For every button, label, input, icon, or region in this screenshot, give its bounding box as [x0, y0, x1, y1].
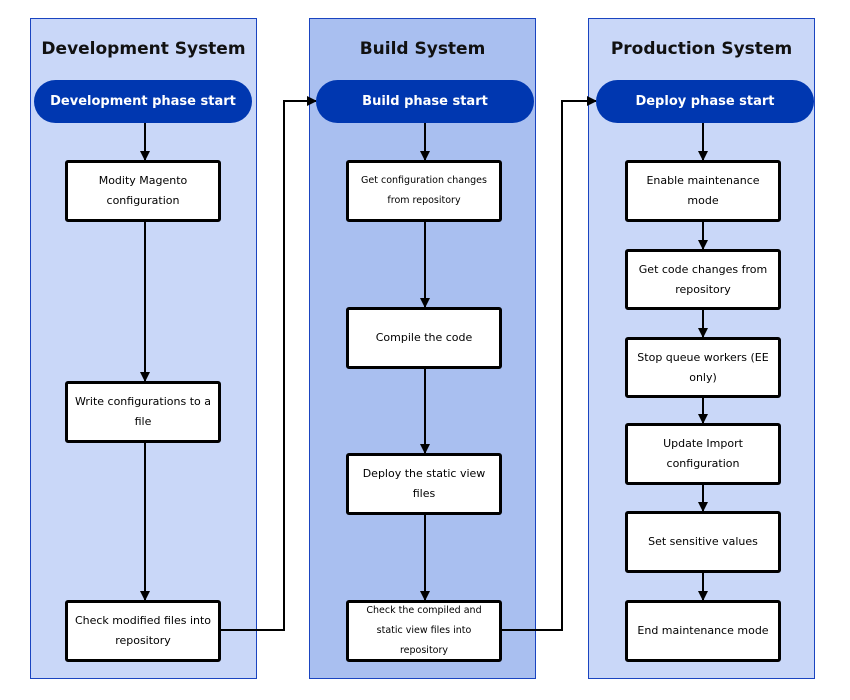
step-box: Deploy the static view files	[346, 453, 502, 515]
arrow	[221, 96, 317, 631]
build-phase-start: Build phase start	[316, 80, 534, 123]
step-box: Modity Magento configuration	[65, 160, 221, 222]
step-box: End maintenance mode	[625, 600, 781, 662]
step-box: Write configurations to a file	[65, 381, 221, 443]
step-box: Get code changes from repository	[625, 249, 781, 310]
step-box: Check the compiled and static view files…	[346, 600, 502, 662]
step-box: Update Import configuration	[625, 423, 781, 485]
arrow	[502, 96, 597, 631]
deploy-phase-start: Deploy phase start	[596, 80, 814, 123]
step-box: Enable maintenance mode	[625, 160, 781, 222]
step-box: Stop queue workers (EE only)	[625, 337, 781, 398]
step-box: Get configuration changes from repositor…	[346, 160, 502, 222]
development-phase-start: Development phase start	[34, 80, 252, 123]
step-box: Compile the code	[346, 307, 502, 369]
step-box: Set sensitive values	[625, 511, 781, 573]
step-box: Check modified files into repository	[65, 600, 221, 662]
